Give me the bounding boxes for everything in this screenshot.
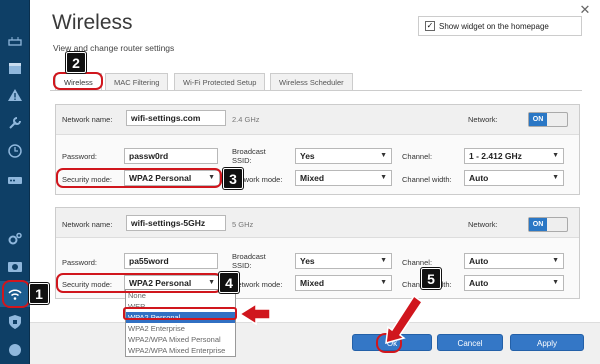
callout-badge-5: 5: [421, 268, 441, 289]
arrow-to-wpa2-option: [238, 302, 271, 326]
callout-badge-3: 3: [223, 168, 243, 189]
arrow-to-ok-button: [385, 294, 424, 345]
annotation-arrows: [238, 294, 424, 345]
callout-badge-4: 4: [219, 272, 239, 293]
callout-badge-1: 1: [29, 283, 49, 304]
callout-badge-2: 2: [66, 52, 86, 73]
